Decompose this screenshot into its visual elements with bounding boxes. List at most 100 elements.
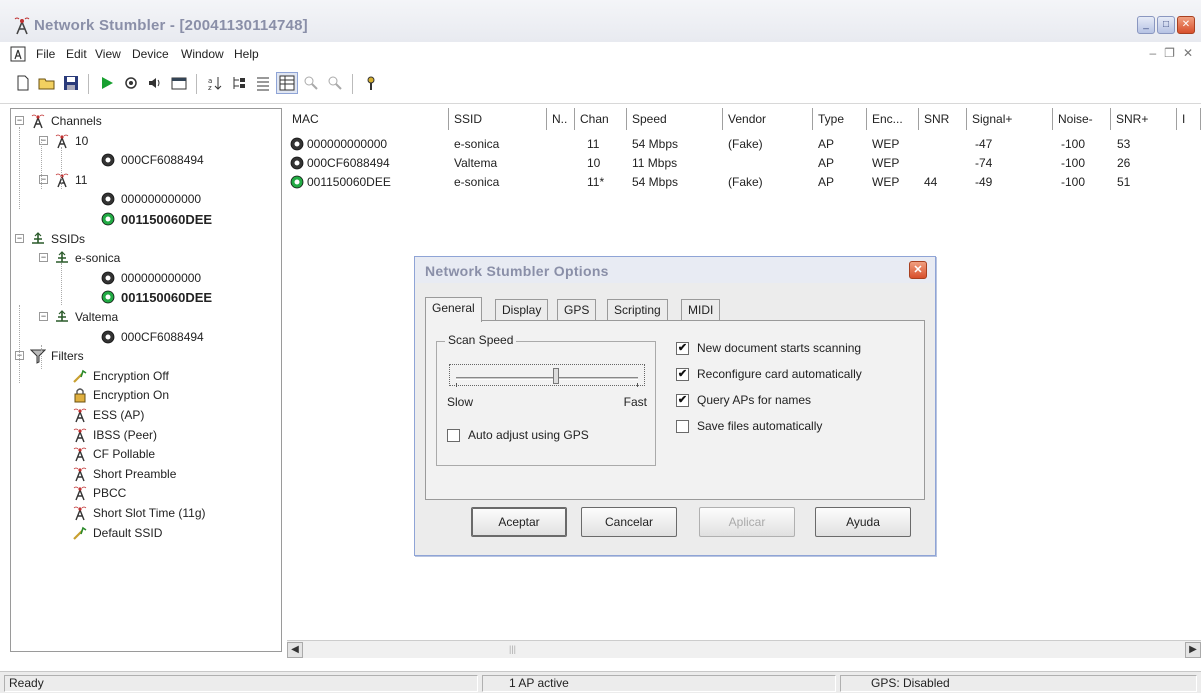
table-row[interactable]: 000000000000 e-sonica 11 54 Mbps (Fake) AP WEP… [287, 134, 1201, 154]
mdi-close-button[interactable]: ✕ [1183, 46, 1193, 60]
column-header[interactable]: SNR+ [1111, 108, 1177, 130]
tree-filter-item[interactable]: Short Slot Time (11g) [71, 503, 206, 523]
settings-button[interactable] [168, 72, 190, 94]
column-header[interactable]: SSID [449, 108, 547, 130]
tree-pane[interactable]: Channels − 10 − 000CF6088494 11 − 000000000000 0… [10, 108, 282, 652]
tree-item-icon-slot [71, 484, 89, 502]
checkbox-box[interactable] [676, 419, 689, 433]
column-header[interactable]: Noise- [1053, 108, 1111, 130]
tab-scripting[interactable]: Scripting [607, 299, 668, 321]
menu-device[interactable]: Device [132, 47, 169, 61]
auto-config-button[interactable] [120, 72, 142, 94]
horizontal-scrollbar[interactable]: ◀ ||| ▶ [287, 640, 1201, 658]
auto-adjust-checkbox[interactable]: Auto adjust using GPS [447, 428, 589, 442]
new-file-button[interactable] [12, 72, 34, 94]
tree-filter-item[interactable]: Encryption Off [71, 366, 169, 386]
cancel-button[interactable]: Cancelar [581, 507, 677, 537]
tree-ap-item[interactable]: 000000000000 [99, 268, 201, 288]
menu-help[interactable]: Help [234, 47, 259, 61]
checkbox-box[interactable]: ✔ [676, 393, 689, 407]
maximize-button[interactable]: □ [1157, 16, 1175, 34]
tree-ssids[interactable]: SSIDs [29, 229, 85, 249]
details-view-button[interactable] [276, 72, 298, 94]
tab-gps[interactable]: GPS [557, 299, 597, 321]
tree-ap-item[interactable]: 000000000000 [99, 189, 201, 209]
slider-max-label: Fast [623, 395, 647, 409]
close-button[interactable]: ✕ [1177, 16, 1195, 34]
tree-ssid-group[interactable]: e-sonica [53, 248, 120, 268]
tree-ap-item[interactable]: 000CF6088494 [99, 150, 204, 170]
tree-filter-item[interactable]: Encryption On [71, 385, 169, 405]
tree-filter-item[interactable]: Short Preamble [71, 464, 176, 484]
zoom-in-button[interactable] [300, 72, 322, 94]
collapse-toggle[interactable]: − [15, 233, 24, 243]
column-header[interactable]: Signal+ [967, 108, 1053, 130]
list-view-button[interactable] [252, 72, 274, 94]
column-header[interactable]: Type [813, 108, 867, 130]
column-header[interactable]: SNR [919, 108, 967, 130]
collapse-toggle[interactable]: − [39, 253, 48, 263]
column-header[interactable]: Enc... [867, 108, 919, 130]
mdi-minimize-button[interactable]: – [1149, 46, 1156, 60]
reconfigure-card-checkbox[interactable]: ✔ Reconfigure card automatically [676, 367, 862, 381]
sound-button[interactable] [144, 72, 166, 94]
menu-view[interactable]: View [95, 47, 121, 61]
apply-button[interactable]: Aplicar [699, 507, 795, 537]
sort-button[interactable]: az [204, 72, 226, 94]
menu-file[interactable]: File [36, 47, 55, 61]
column-header[interactable]: N.. [547, 108, 575, 130]
tree-filter-item[interactable]: CF Pollable [71, 444, 155, 464]
checkbox-box[interactable]: ✔ [676, 367, 689, 381]
tree-filters[interactable]: Filters [29, 346, 84, 366]
collapse-toggle[interactable]: − [39, 312, 48, 321]
column-header[interactable]: Chan [575, 108, 627, 130]
scan-speed-slider[interactable] [449, 364, 645, 387]
column-header[interactable]: Vendor [723, 108, 813, 130]
play-icon [102, 77, 113, 89]
about-button[interactable] [360, 72, 382, 94]
tree-item-icon-slot [53, 132, 71, 150]
tree-filter-item[interactable]: Default SSID [71, 523, 162, 543]
tree-ssid-group[interactable]: Valtema [53, 307, 118, 327]
zoom-out-button[interactable] [324, 72, 346, 94]
tree-ap-item[interactable]: 001150060DEE [99, 209, 212, 229]
tree-filter-item[interactable]: ESS (AP) [71, 405, 144, 425]
collapse-toggle[interactable]: − [15, 116, 24, 125]
tree-view-button[interactable] [228, 72, 250, 94]
start-scan-button[interactable] [96, 72, 118, 94]
document-icon[interactable] [10, 46, 26, 62]
query-aps-checkbox[interactable]: ✔ Query APs for names [676, 393, 811, 407]
tree-channels[interactable]: Channels [29, 111, 102, 131]
checkbox-box[interactable]: ✔ [676, 341, 689, 355]
ok-button[interactable]: Aceptar [471, 507, 567, 537]
menu-window[interactable]: Window [181, 47, 224, 61]
column-header[interactable]: I [1177, 108, 1201, 130]
tree-ap-item[interactable]: 000CF6088494 [99, 327, 204, 347]
scroll-grip-icon[interactable]: ||| [509, 644, 516, 654]
open-button[interactable] [36, 72, 58, 94]
scroll-left-button[interactable]: ◀ [287, 642, 303, 658]
tree-channel-group[interactable]: 11 [53, 170, 87, 190]
column-header[interactable]: Speed [627, 108, 723, 130]
save-button[interactable] [60, 72, 82, 94]
menu-edit[interactable]: Edit [66, 47, 87, 61]
tab-midi[interactable]: MIDI [681, 299, 721, 321]
tree-ap-item[interactable]: 001150060DEE [99, 287, 212, 307]
minimize-button[interactable]: _ [1137, 16, 1155, 34]
slider-thumb[interactable] [552, 368, 559, 384]
help-button[interactable]: Ayuda [815, 507, 911, 537]
tree-channel-group[interactable]: 10 [53, 131, 88, 151]
tab-general[interactable]: General [425, 297, 482, 322]
table-row[interactable]: 000CF6088494 Valtema 10 11 Mbps AP WEP -74 -100… [287, 153, 1201, 173]
tab-display[interactable]: Display [495, 299, 549, 321]
save-files-checkbox[interactable]: Save files automatically [676, 419, 822, 433]
scroll-right-button[interactable]: ▶ [1185, 642, 1201, 658]
tree-filter-item[interactable]: PBCC [71, 483, 126, 503]
tree-filter-item[interactable]: IBSS (Peer) [71, 425, 157, 445]
new-document-scanning-checkbox[interactable]: ✔ New document starts scanning [676, 341, 861, 355]
checkbox-box[interactable] [447, 428, 460, 442]
mdi-restore-button[interactable]: ❐ [1164, 46, 1175, 60]
dialog-close-button[interactable]: ✕ [909, 261, 927, 279]
column-header[interactable]: MAC [287, 108, 449, 130]
table-row[interactable]: 001150060DEE e-sonica 11* 54 Mbps (Fake) AP WE… [287, 172, 1201, 192]
